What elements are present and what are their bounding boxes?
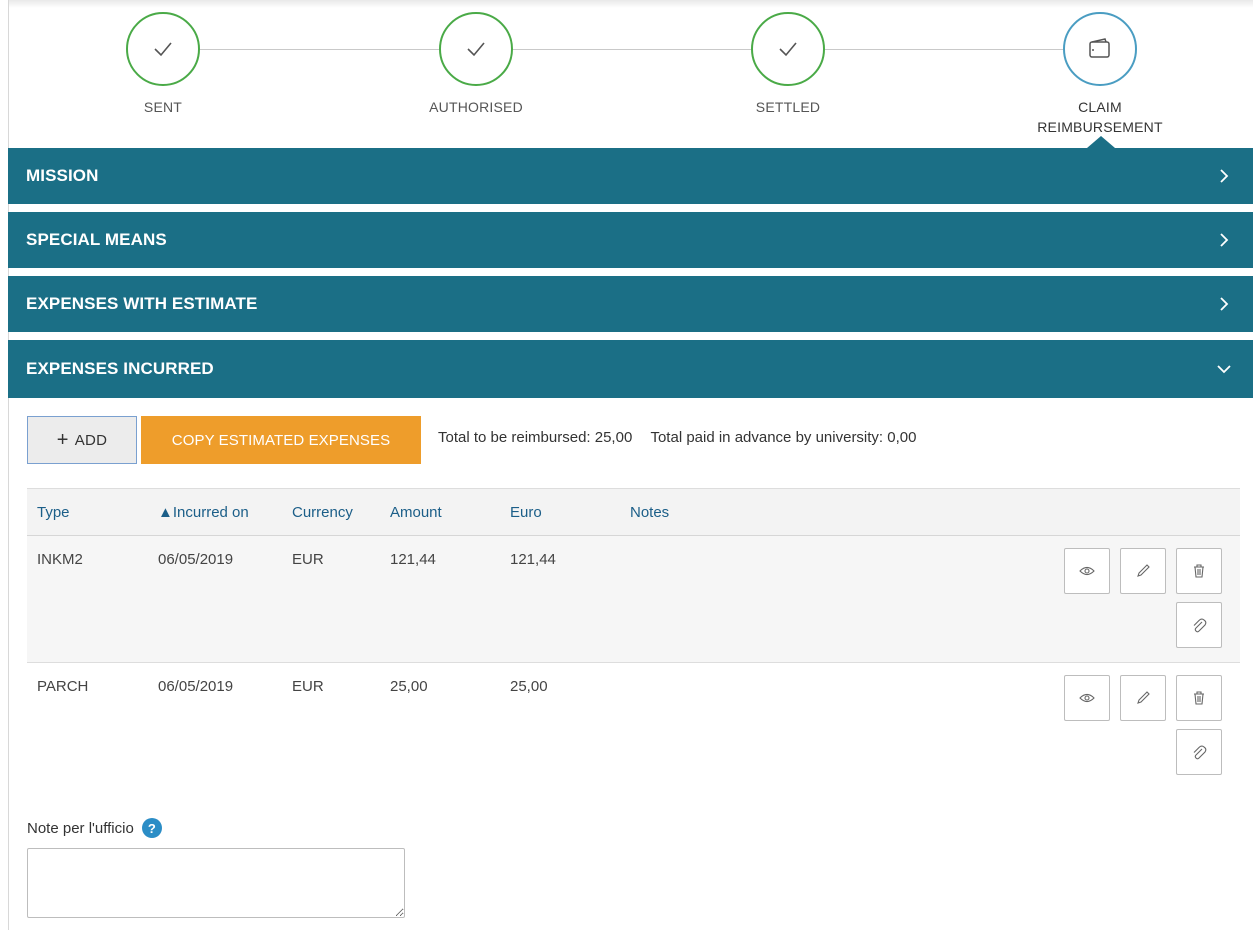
pencil-icon [1137,564,1150,577]
col-header-type[interactable]: Type [37,504,70,521]
cell-amount: 121,44 [390,551,436,568]
panel-title: EXPENSES INCURRED [26,359,214,378]
panel-title: SPECIAL MEANS [26,230,167,249]
col-header-notes[interactable]: Notes [630,504,669,521]
step-circle [126,12,200,86]
help-icon[interactable]: ? [141,818,162,838]
check-icon [467,42,485,57]
edit-button[interactable] [1120,548,1166,594]
eye-icon [1079,566,1095,576]
step-settled: SETTLED [678,12,898,117]
cell-euro: 121,44 [510,551,556,568]
cell-incurred-on: 06/05/2019 [158,678,234,695]
chevron-down-icon [1215,360,1233,378]
cell-currency: EUR [292,678,324,695]
panel-expenses-with-estimate[interactable]: EXPENSES WITH ESTIMATE [8,276,1253,332]
view-button[interactable] [1064,548,1110,594]
col-header-euro[interactable]: Euro [510,504,542,521]
expenses-table: Type ▲Incurred on Currency Amount Euro N… [27,488,1240,790]
col-header-incurred-on[interactable]: ▲Incurred on [158,504,249,521]
col-header-amount[interactable]: Amount [390,504,442,521]
paperclip-icon [1193,745,1207,760]
check-icon [154,42,172,57]
step-claim-reimbursement[interactable]: CLAIM REIMBURSEMENT [990,12,1210,137]
total-to-be-reimbursed: Total to be reimbursed: 25,00 [438,429,633,446]
step-label-line2: REIMBURSEMENT [1037,119,1163,135]
step-label: CLAIM REIMBURSEMENT [990,97,1210,137]
chevron-right-icon [1215,231,1233,249]
attach-button[interactable] [1176,729,1222,775]
delete-button[interactable] [1176,548,1222,594]
step-circle [751,12,825,86]
step-authorised: AUTHORISED [366,12,586,117]
step-label: SETTLED [755,99,821,115]
step-sent: SENT [53,12,273,117]
panel-mission[interactable]: MISSION [8,148,1253,204]
add-button[interactable]: + ADD [27,416,137,464]
table-row: PARCH 06/05/2019 EUR 25,00 25,00 [27,663,1240,790]
trash-icon [1194,564,1204,578]
attach-button[interactable] [1176,602,1222,648]
trash-icon [1194,691,1204,705]
pencil-icon [1137,691,1150,704]
note-label-text: Note per l'ufficio [27,819,134,837]
eye-icon [1079,693,1095,703]
col-header-currency[interactable]: Currency [292,504,353,521]
check-icon [779,42,797,57]
cell-euro: 25,00 [510,678,548,695]
totals-summary: Total to be reimbursed: 25,00 Total paid… [438,429,916,446]
step-label: AUTHORISED [429,99,523,115]
copy-estimated-expenses-button[interactable]: COPY ESTIMATED EXPENSES [141,416,421,464]
paperclip-icon [1193,618,1207,633]
step-circle [1063,12,1137,86]
cell-currency: EUR [292,551,324,568]
active-step-pointer [1087,136,1115,148]
table-header: Type ▲Incurred on Currency Amount Euro N… [27,488,1240,536]
progress-stepper: SENT AUTHORISED SETTLED CLAIM REIMBURSEM… [0,0,1253,150]
step-circle [439,12,513,86]
wallet-icon [1089,38,1110,58]
cell-incurred-on: 06/05/2019 [158,551,234,568]
chevron-right-icon [1215,295,1233,313]
cell-type: PARCH [37,678,89,695]
step-label: SENT [143,99,183,115]
note-label: Note per l'ufficio ? [27,818,162,838]
note-textarea[interactable] [27,848,405,918]
panel-title: EXPENSES WITH ESTIMATE [26,294,258,313]
chevron-right-icon [1215,167,1233,185]
table-row: INKM2 06/05/2019 EUR 121,44 121,44 [27,536,1240,663]
cell-amount: 25,00 [390,678,428,695]
edit-button[interactable] [1120,675,1166,721]
plus-icon: + [56,429,69,451]
add-button-label: ADD [74,431,108,449]
cell-type: INKM2 [37,551,83,568]
panel-title: MISSION [26,166,99,185]
panel-expenses-incurred[interactable]: EXPENSES INCURRED [8,340,1253,398]
step-label-line1: CLAIM [1078,99,1122,115]
delete-button[interactable] [1176,675,1222,721]
view-button[interactable] [1064,675,1110,721]
panel-special-means[interactable]: SPECIAL MEANS [8,212,1253,268]
total-paid-in-advance: Total paid in advance by university: 0,0… [650,429,917,446]
